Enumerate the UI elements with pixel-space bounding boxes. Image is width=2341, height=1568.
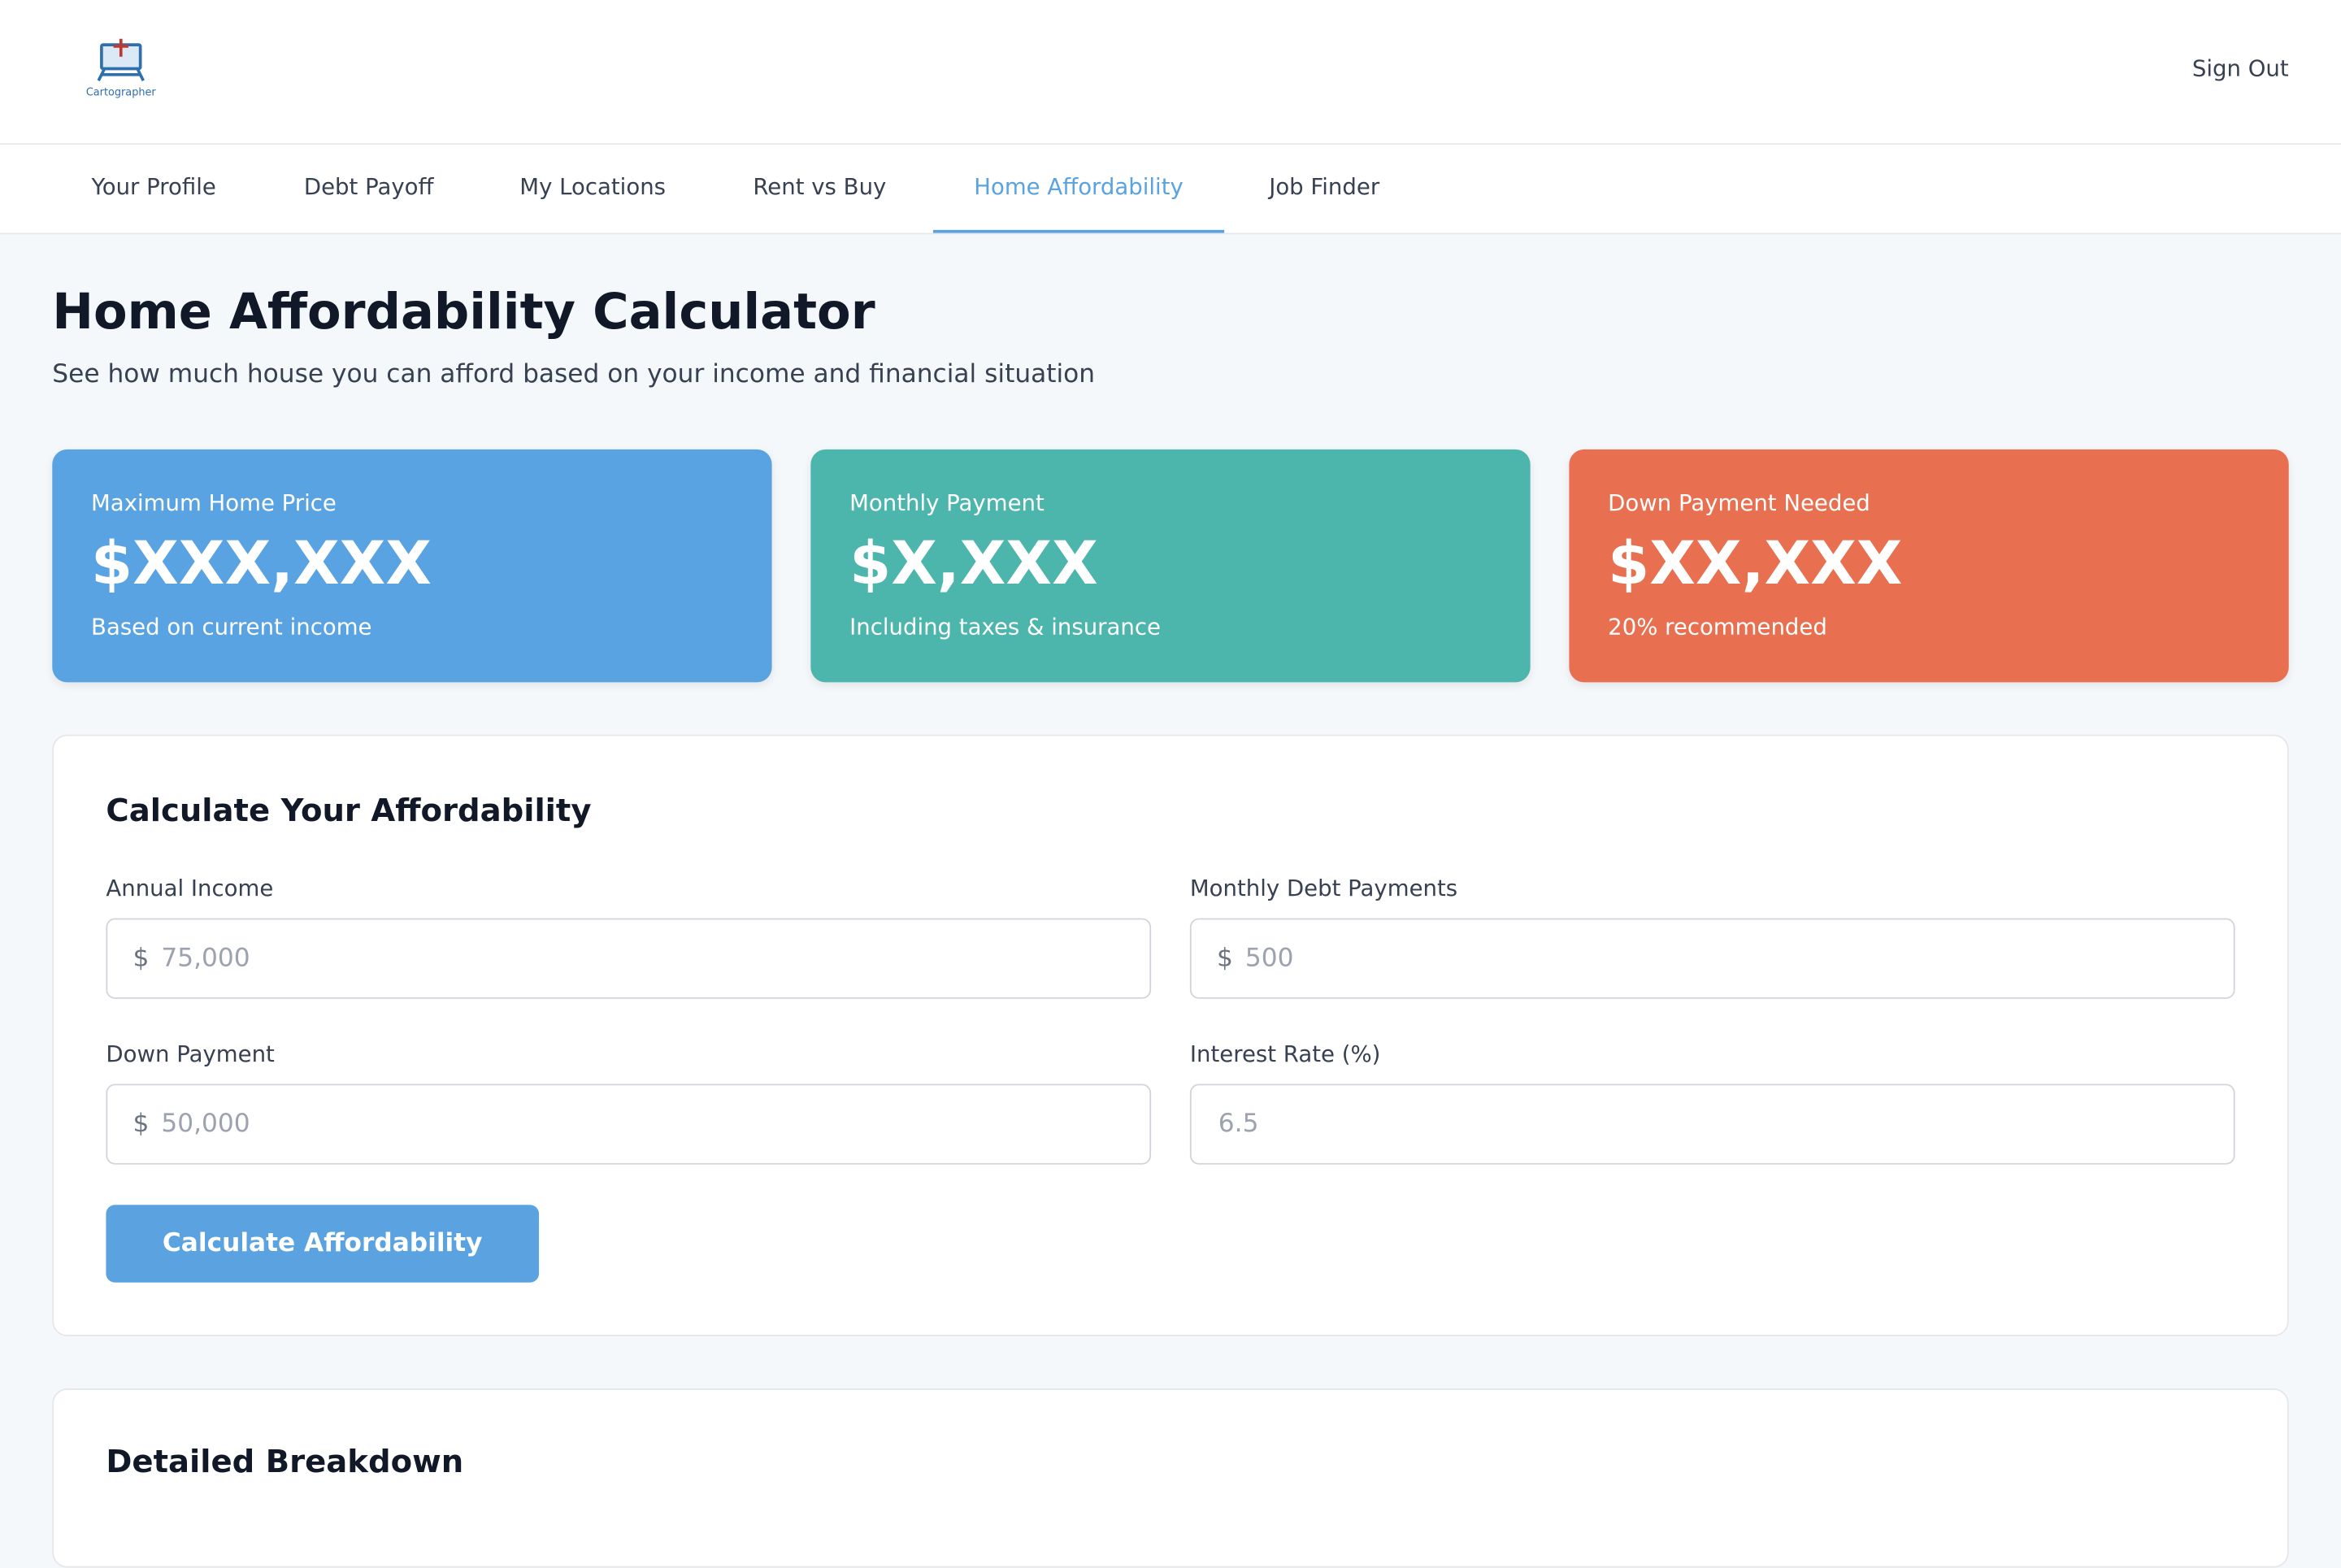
stat-label: Monthly Payment (849, 489, 1045, 517)
interest-rate-input[interactable] (1218, 1085, 2174, 1163)
stat-value: $XX,XXX (1608, 530, 1903, 599)
dollar-prefix: $ (132, 943, 150, 974)
dollar-prefix: $ (132, 1109, 150, 1140)
annual-income-field: $ (106, 918, 1152, 999)
calculator-title: Calculate Your Affordability (106, 793, 592, 829)
stat-note: 20% recommended (1608, 613, 1827, 641)
monthly-debt-label: Monthly Debt Payments (1189, 875, 1458, 902)
breakdown-title: Detailed Breakdown (106, 1444, 464, 1480)
logo-text: Cartographer (85, 86, 156, 99)
stat-value: $X,XXX (849, 530, 1098, 599)
monthly-payment-card: Monthly Payment $X,XXX Including taxes &… (810, 449, 1531, 683)
main-nav: Your Profile Debt Payoff My Locations Re… (0, 145, 2341, 235)
down-payment-input[interactable] (161, 1085, 1117, 1163)
interest-rate-field (1189, 1084, 2235, 1165)
page-title: Home Affordability Calculator (52, 282, 875, 341)
stat-label: Down Payment Needed (1608, 489, 1870, 517)
down-payment-field: $ (106, 1084, 1152, 1165)
monthly-debt-input[interactable] (1244, 919, 2201, 997)
tab-rent-vs-buy[interactable]: Rent vs Buy (717, 145, 923, 232)
sign-out-link[interactable]: Sign Out (2192, 55, 2289, 82)
dollar-prefix: $ (1216, 943, 1233, 974)
stat-label: Maximum Home Price (91, 489, 337, 517)
tab-debt-payoff[interactable]: Debt Payoff (269, 145, 469, 232)
calculate-affordability-button[interactable]: Calculate Affordability (106, 1205, 540, 1283)
tab-my-locations[interactable]: My Locations (482, 145, 703, 232)
annual-income-label: Annual Income (106, 875, 274, 902)
tab-job-finder[interactable]: Job Finder (1236, 145, 1413, 232)
top-bar: Cartographer Sign Out (0, 0, 2341, 146)
tab-your-profile[interactable]: Your Profile (52, 145, 255, 232)
map-easel-icon (97, 38, 145, 82)
stat-note: Based on current income (91, 613, 372, 641)
breakdown-panel: Detailed Breakdown (52, 1388, 2289, 1568)
page-subtitle: See how much house you can afford based … (52, 359, 1096, 390)
annual-income-input[interactable] (161, 919, 1117, 997)
calculator-panel: Calculate Your Affordability Annual Inco… (52, 734, 2289, 1336)
interest-rate-label: Interest Rate (%) (1189, 1040, 1381, 1068)
stat-value: $XXX,XXX (91, 530, 432, 599)
down-payment-card: Down Payment Needed $XX,XXX 20% recommen… (1569, 449, 2289, 683)
tab-home-affordability[interactable]: Home Affordability (932, 145, 1225, 233)
monthly-debt-field: $ (1189, 918, 2235, 999)
max-home-price-card: Maximum Home Price $XXX,XXX Based on cur… (52, 449, 772, 683)
stat-note: Including taxes & insurance (849, 613, 1161, 641)
down-payment-label: Down Payment (106, 1040, 275, 1068)
app-logo[interactable]: Cartographer (84, 36, 159, 104)
